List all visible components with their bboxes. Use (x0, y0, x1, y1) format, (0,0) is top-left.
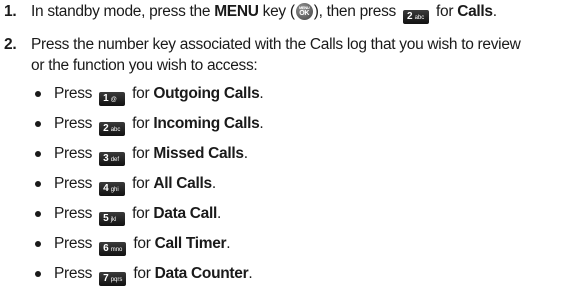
for-text: for (132, 145, 150, 162)
step-text-segment: for (432, 3, 458, 20)
step-text: In standby mode, press the MENU key (MEN… (31, 1, 579, 24)
bullet-icon (35, 211, 41, 217)
option-label: All Calls (153, 175, 212, 192)
bullet-icon (35, 181, 41, 187)
menu-ok-key-icon: MENU OK (295, 3, 313, 20)
key-letters: pqrs (110, 277, 123, 283)
menu-key-name: MENU (214, 3, 259, 20)
for-text: for (132, 85, 150, 102)
period: . (226, 235, 231, 252)
key-digit: 5 (103, 213, 109, 224)
step-number: 1. (4, 3, 17, 20)
key-letters: ghi (110, 187, 119, 193)
key-letters: mno (110, 247, 123, 253)
key-letters: jkl (110, 217, 117, 223)
step-text-segment: ), then press (313, 3, 400, 20)
key-digit: 2 (407, 11, 413, 22)
press-text: Press (54, 235, 93, 252)
bullet-icon (35, 121, 41, 127)
option-label: Data Call (153, 205, 218, 222)
step-number: 2. (4, 36, 17, 53)
list-item: Press 6 mno for Call Timer. (31, 233, 263, 263)
key-7-icon: 7 pqrs (99, 272, 127, 286)
bullet-icon (35, 241, 41, 247)
key-letters: abc (414, 15, 425, 21)
list-item: Press 3 def for Missed Calls. (31, 143, 263, 173)
key-letters: @ (110, 97, 117, 103)
step-text-segment: . (492, 3, 497, 20)
option-label: Missed Calls (153, 145, 244, 162)
key-5-icon: 5 jkl (99, 212, 126, 226)
list-item: Press 1 @ for Outgoing Calls. (31, 83, 264, 113)
list-item: Press 7 pqrs for Data Counter. (31, 263, 263, 293)
menu-key-icon-bottom-label: OK (299, 10, 310, 17)
step-text-line: Press the number key associated with the… (31, 36, 521, 53)
press-text: Press (54, 265, 93, 282)
key-digit: 4 (103, 183, 109, 194)
option-label: Incoming Calls (153, 115, 260, 132)
key-options-list: Press 1 @ for Outgoing Calls. Press 2 abc … (31, 83, 264, 293)
list-item: Press 4 ghi for All Calls. (31, 173, 263, 203)
key-3-icon: 3 def (99, 152, 126, 166)
period: . (259, 85, 264, 102)
key-4-icon: 4 ghi (99, 182, 126, 196)
press-text: Press (54, 205, 93, 222)
period: . (248, 265, 253, 282)
bullet-icon (35, 271, 41, 277)
key-letters: abc (110, 127, 121, 133)
period: . (243, 145, 248, 162)
press-text: Press (54, 85, 93, 102)
option-label: Outgoing Calls (153, 85, 260, 102)
bullet-icon (35, 91, 41, 97)
list-item: Press 2 abc for Incoming Calls. (31, 113, 264, 143)
key-1-icon: 1 @ (99, 92, 126, 106)
for-text: for (133, 265, 151, 282)
step-text-line: or the function you wish to access: (31, 57, 258, 74)
option-label: Data Counter (154, 265, 249, 282)
key-2-icon: 2 abc (99, 122, 126, 136)
step-text-segment: In standby mode, press the (31, 3, 215, 20)
list-item: Press 5 jkl for Data Call. (31, 203, 263, 233)
step-text: Press the number key associated with the… (31, 34, 579, 76)
for-text: for (132, 115, 150, 132)
calls-menu-name: Calls (457, 3, 493, 20)
key-digit: 1 (103, 93, 109, 104)
step-text-segment: key ( (258, 3, 295, 20)
for-text: for (133, 235, 151, 252)
key-digit: 7 (103, 273, 109, 284)
period: . (259, 115, 264, 132)
key-digit: 3 (103, 153, 109, 164)
period: . (211, 175, 216, 192)
bullet-icon (35, 151, 41, 157)
for-text: for (132, 175, 150, 192)
press-text: Press (54, 115, 93, 132)
period: . (217, 205, 222, 222)
key-digit: 6 (103, 243, 109, 254)
press-text: Press (54, 145, 93, 162)
key-6-icon: 6 mno (99, 242, 127, 256)
for-text: for (132, 205, 150, 222)
press-text: Press (54, 175, 93, 192)
option-label: Call Timer (154, 235, 227, 252)
key-digit: 2 (103, 123, 109, 134)
key-2-icon: 2 abc (403, 10, 429, 24)
key-letters: def (110, 157, 120, 163)
